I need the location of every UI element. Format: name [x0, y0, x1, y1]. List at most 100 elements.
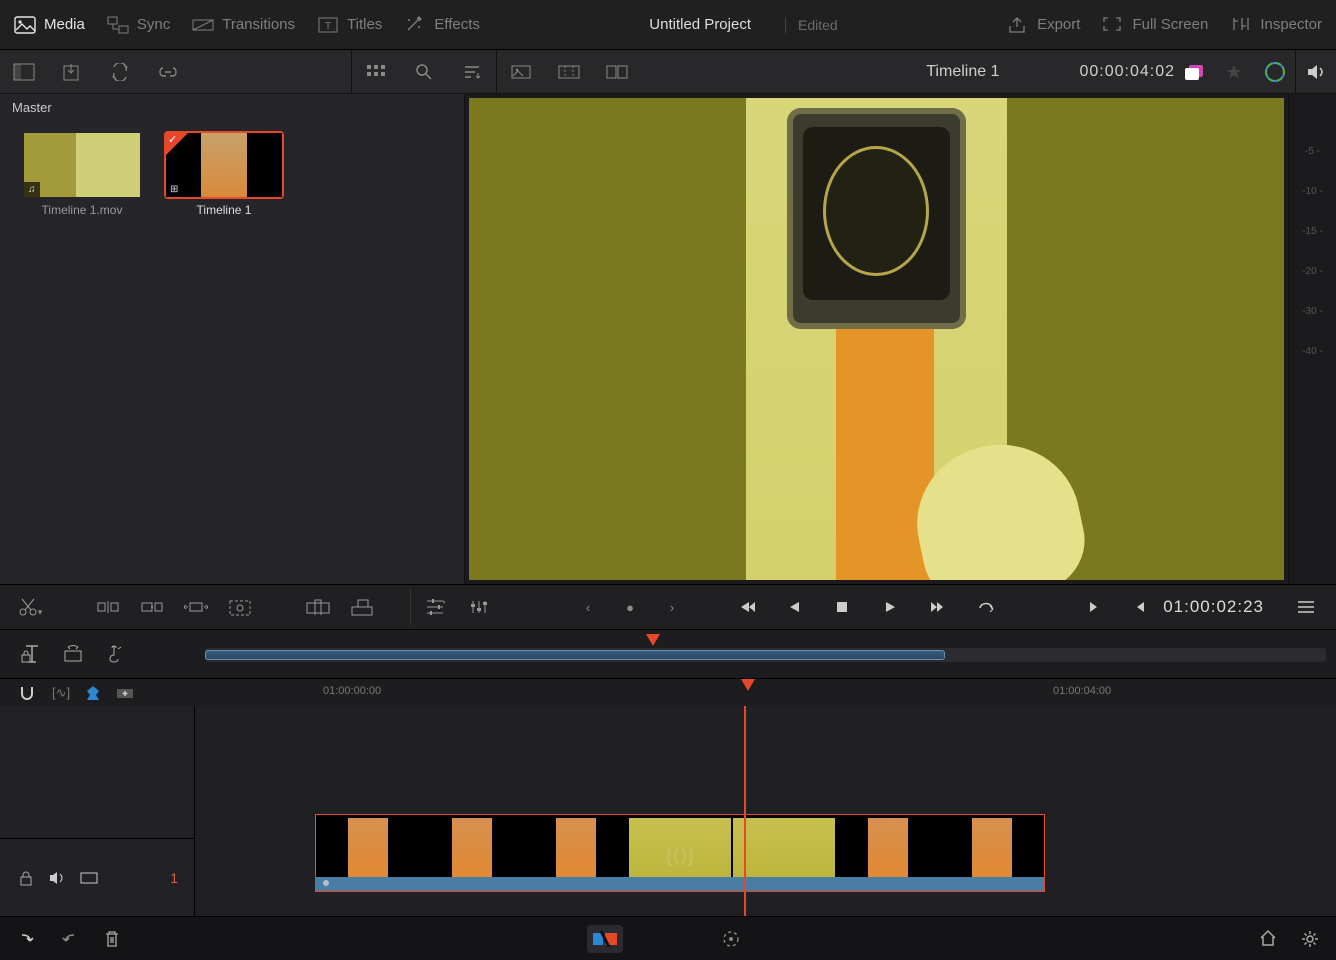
- grid-view-button[interactable]: [352, 50, 400, 94]
- lock-track-icon[interactable]: [20, 644, 42, 664]
- media-icon: [14, 16, 36, 34]
- next-edit-button[interactable]: ›: [657, 587, 687, 627]
- top-navbar: Media Sync Transitions T Titles Effects …: [0, 0, 1336, 50]
- add-marker-button[interactable]: [116, 686, 134, 700]
- nav-sync[interactable]: Sync: [107, 16, 170, 34]
- next-clip-button[interactable]: [1075, 587, 1115, 627]
- out-timecode[interactable]: 01:00:02:23: [1163, 597, 1264, 617]
- zoom-range-handle[interactable]: [205, 650, 945, 660]
- timeline-tracks[interactable]: {⟨⟩}: [195, 706, 1336, 916]
- step-back-button[interactable]: [779, 587, 809, 627]
- bypass-color-button[interactable]: [1175, 63, 1215, 81]
- playhead-icon[interactable]: [748, 679, 755, 691]
- nav-export-label: Export: [1037, 16, 1080, 33]
- place-on-top-button[interactable]: [342, 587, 382, 627]
- current-frame-button[interactable]: ●: [615, 587, 645, 627]
- pool-item[interactable]: ♫ Timeline 1.mov: [22, 133, 142, 217]
- nav-media[interactable]: Media: [14, 16, 85, 34]
- play-button[interactable]: [875, 587, 905, 627]
- audio-lane[interactable]: [316, 877, 1044, 891]
- track-display-icon[interactable]: [80, 872, 98, 884]
- go-end-button[interactable]: [923, 587, 953, 627]
- track-speaker-icon[interactable]: [48, 871, 66, 885]
- track-index: 1: [170, 870, 178, 886]
- timeline-name[interactable]: Timeline 1: [926, 63, 999, 81]
- nav-transitions[interactable]: Transitions: [192, 16, 295, 34]
- cut-page-button[interactable]: [587, 925, 623, 953]
- go-start-button[interactable]: [731, 587, 761, 627]
- track-header[interactable]: 1: [0, 838, 194, 916]
- settings-button[interactable]: [1300, 929, 1320, 949]
- main-area: Master ♫ Timeline 1.mov ⊞ Timeline 1 -5 …: [0, 94, 1336, 584]
- import-button[interactable]: [48, 50, 96, 94]
- timeline-overview[interactable]: [195, 630, 1336, 678]
- transitions-icon: [192, 16, 214, 34]
- sort-button[interactable]: [448, 50, 496, 94]
- viewer: -5 - -10 - -15 - -20 - -30 - -40 -: [465, 94, 1336, 584]
- trash-button[interactable]: [104, 930, 120, 948]
- video-clip[interactable]: {⟨⟩}: [315, 814, 1045, 892]
- transport-bar: ▾ ‹ ● › 01:00:02:23: [0, 584, 1336, 630]
- layout-left-button[interactable]: [0, 50, 48, 94]
- nav-fullscreen-label: Full Screen: [1132, 16, 1208, 33]
- cut-tool-button[interactable]: ▾: [10, 587, 50, 627]
- export-icon: [1007, 16, 1029, 34]
- color-wheel-button[interactable]: [1255, 61, 1295, 83]
- view-mode-2-button[interactable]: [545, 50, 593, 94]
- search-button[interactable]: [400, 50, 448, 94]
- viewer-canvas[interactable]: [469, 98, 1284, 580]
- nav-titles-label: Titles: [347, 16, 382, 33]
- timeline-playhead[interactable]: [744, 706, 746, 916]
- nav-transitions-label: Transitions: [222, 16, 295, 33]
- mixer-button[interactable]: [459, 587, 499, 627]
- nav-sync-label: Sync: [137, 16, 170, 33]
- timeline-badge-icon: ⊞: [166, 182, 182, 197]
- overview-playhead[interactable]: [646, 634, 660, 646]
- snap-button[interactable]: [18, 685, 36, 701]
- nav-effects[interactable]: Effects: [404, 16, 480, 34]
- loop-button[interactable]: [971, 587, 1001, 627]
- smart-insert-button[interactable]: [88, 587, 128, 627]
- overwrite-button[interactable]: [298, 587, 338, 627]
- nav-export[interactable]: Export: [1007, 16, 1080, 34]
- edit-page-button[interactable]: [713, 925, 749, 953]
- meter-tick: -10 -: [1302, 186, 1323, 212]
- view-mode-3-button[interactable]: [593, 50, 641, 94]
- stop-button[interactable]: [827, 587, 857, 627]
- tools-button[interactable]: [415, 587, 455, 627]
- audio-track-icon[interactable]: [104, 645, 124, 663]
- home-button[interactable]: [1258, 929, 1278, 949]
- marker-view-button[interactable]: [∿]: [52, 685, 70, 701]
- speaker-button[interactable]: [1296, 63, 1336, 81]
- nav-titles[interactable]: T Titles: [317, 16, 382, 34]
- ruler-tick: 01:00:00:00: [323, 685, 381, 697]
- closeup-button[interactable]: [220, 587, 260, 627]
- view-mode-1-button[interactable]: [497, 50, 545, 94]
- pool-item-label: Timeline 1: [197, 203, 252, 217]
- viewer-timecode[interactable]: 00:00:04:02: [1079, 63, 1175, 81]
- append-button[interactable]: [132, 587, 172, 627]
- ripple-button[interactable]: [176, 587, 216, 627]
- transition-icon: {⟨⟩}: [665, 843, 694, 868]
- fullscreen-icon: [1102, 16, 1124, 34]
- nav-inspector[interactable]: Inspector: [1230, 16, 1322, 34]
- pool-header[interactable]: Master: [0, 94, 464, 121]
- lock-icon[interactable]: [18, 870, 34, 886]
- flag-button[interactable]: [86, 685, 100, 701]
- nav-media-label: Media: [44, 16, 85, 33]
- video-track-icon[interactable]: [62, 645, 84, 663]
- prev-edit-button[interactable]: ‹: [573, 587, 603, 627]
- nav-fullscreen[interactable]: Full Screen: [1102, 16, 1208, 34]
- meter-tick: -40 -: [1302, 346, 1323, 372]
- prev-clip-button[interactable]: [1119, 587, 1159, 627]
- pool-item[interactable]: ⊞ Timeline 1: [164, 133, 284, 217]
- link-button[interactable]: [144, 50, 192, 94]
- project-title: Untitled Project: [649, 16, 751, 33]
- timeline: [∿] 01:00:00:00 01:00:04:00 1 {⟨: [0, 630, 1336, 916]
- timeline-ruler[interactable]: 01:00:00:00 01:00:04:00: [195, 679, 1336, 706]
- effects-icon: [404, 16, 426, 34]
- magic-button[interactable]: [1215, 63, 1255, 81]
- timeline-menu-button[interactable]: [1286, 587, 1326, 627]
- sync-bin-button[interactable]: [96, 50, 144, 94]
- ruler-tick: 01:00:04:00: [1053, 685, 1111, 697]
